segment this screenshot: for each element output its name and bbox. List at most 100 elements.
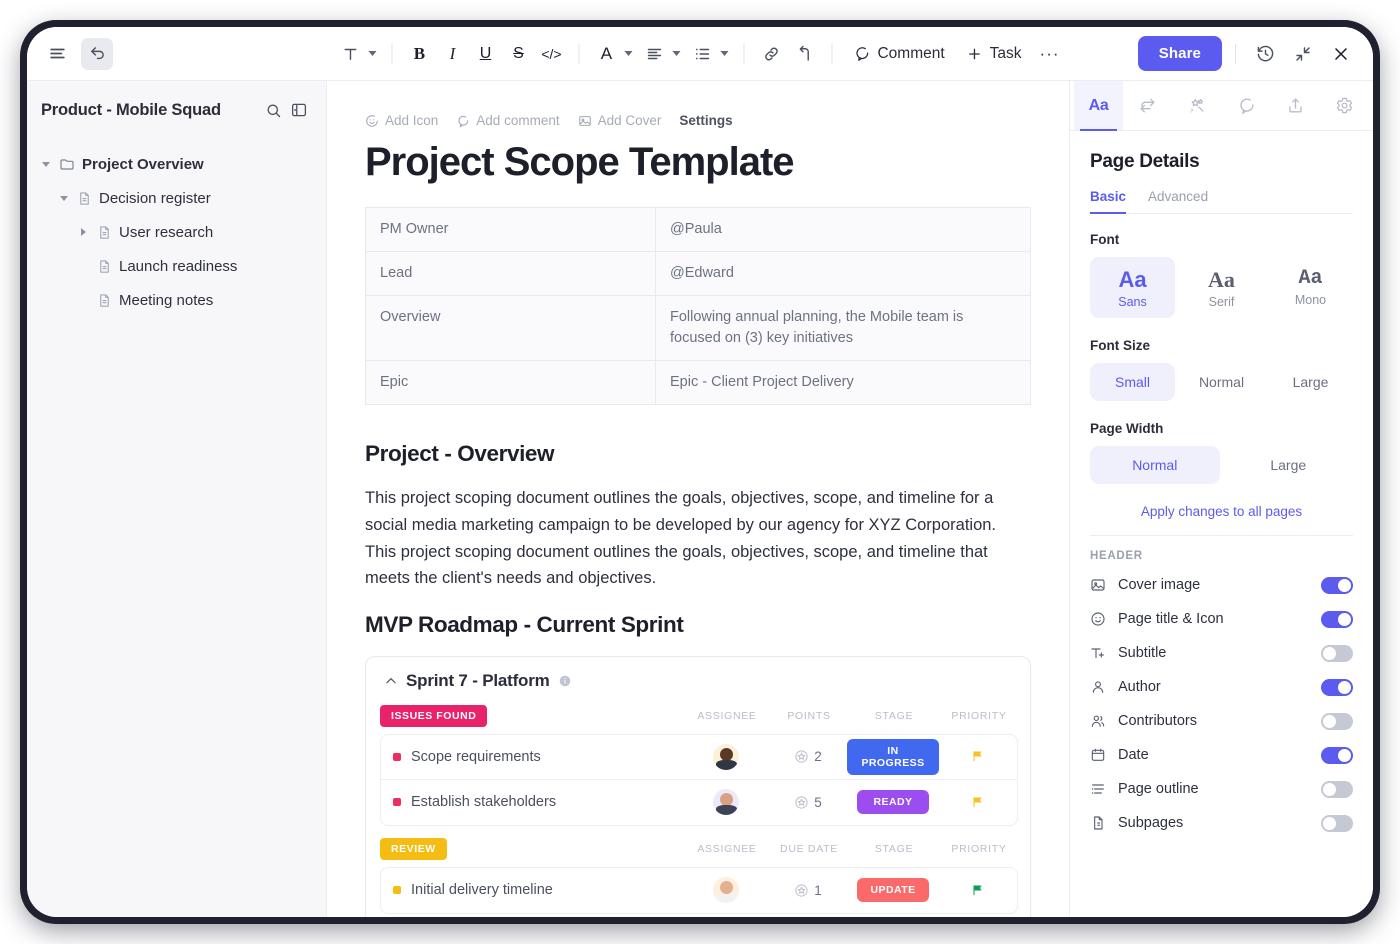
history-icon[interactable] (1249, 38, 1281, 70)
add-comment-button[interactable]: Add comment (456, 113, 559, 128)
settings-button[interactable]: Settings (679, 113, 732, 128)
underline-button[interactable]: U (469, 38, 501, 70)
table-row[interactable]: PM Owner @Paula (366, 208, 1031, 252)
add-cover-button[interactable]: Add Cover (578, 113, 662, 128)
toggle-row-page-title-icon[interactable]: Page title & Icon (1090, 602, 1353, 636)
page-width-large[interactable]: Large (1224, 446, 1354, 484)
table-row[interactable]: Scope requirements (381, 735, 1017, 780)
page-title[interactable]: Project Scope Template (365, 140, 1031, 185)
stage-cell[interactable]: READY (847, 790, 939, 814)
toggle-subtitle[interactable] (1321, 645, 1353, 662)
strikethrough-button[interactable]: S (502, 38, 534, 70)
toggle-row-cover-image[interactable]: Cover image (1090, 568, 1353, 602)
tab-comments[interactable] (1222, 81, 1271, 130)
toggle-author[interactable] (1321, 679, 1353, 696)
link-icon[interactable] (755, 38, 787, 70)
tab-settings[interactable] (1320, 81, 1369, 130)
overview-paragraph[interactable]: This project scoping document outlines t… (365, 485, 1031, 592)
text-style-icon[interactable] (334, 38, 366, 70)
sidebar-item-meeting-notes[interactable]: Meeting notes (27, 283, 326, 317)
reply-icon[interactable] (788, 38, 820, 70)
toggle-page-title-icon[interactable] (1321, 611, 1353, 628)
toggle-page-outline[interactable] (1321, 781, 1353, 798)
tab-share-export[interactable] (1271, 81, 1320, 130)
toggle-date[interactable] (1321, 747, 1353, 764)
toggle-row-page-outline[interactable]: Page outline (1090, 772, 1353, 806)
assignee-cell[interactable] (683, 877, 769, 903)
assignee-cell[interactable] (683, 789, 769, 815)
group-chip[interactable]: REVIEW (380, 838, 447, 860)
due-date-cell[interactable]: 1 (769, 883, 847, 898)
close-icon[interactable] (1325, 38, 1357, 70)
sidebar-item-launch-readiness[interactable]: Launch readiness (27, 249, 326, 283)
chevron-right-icon[interactable] (77, 226, 90, 239)
align-left-icon[interactable] (638, 38, 670, 70)
undo-icon[interactable] (81, 38, 113, 70)
table-row[interactable]: Establish stakeholders (381, 780, 1017, 825)
table-row[interactable]: Overview Following annual planning, the … (366, 296, 1031, 361)
toggle-cover-image[interactable] (1321, 577, 1353, 594)
toggle-row-subtitle[interactable]: Subtitle (1090, 636, 1353, 670)
status-badge[interactable]: UPDATE (857, 878, 929, 902)
font-option-sans[interactable]: Aa Sans (1090, 257, 1175, 318)
status-badge[interactable]: READY (857, 790, 929, 814)
hamburger-icon[interactable] (41, 38, 73, 70)
list-chevron-down-icon[interactable] (720, 51, 728, 56)
font-size-normal[interactable]: Normal (1179, 363, 1264, 401)
search-icon[interactable] (265, 102, 282, 119)
code-button[interactable]: </> (535, 38, 567, 70)
points-cell[interactable]: 2 (769, 749, 847, 764)
task-button[interactable]: Task (957, 40, 1032, 68)
priority-cell[interactable] (939, 883, 1017, 898)
points-cell[interactable]: 5 (769, 795, 847, 810)
table-row[interactable]: Initial delivery timeline (381, 868, 1017, 913)
outline-icon (1090, 781, 1107, 797)
stage-cell[interactable]: UPDATE (847, 878, 939, 902)
font-size-large[interactable]: Large (1268, 363, 1353, 401)
bullet-list-icon[interactable] (686, 38, 718, 70)
toggle-contributors[interactable] (1321, 713, 1353, 730)
italic-button[interactable]: I (436, 38, 468, 70)
font-option-serif[interactable]: Aa Serif (1179, 257, 1264, 318)
text-color-chevron-down-icon[interactable] (624, 51, 632, 56)
status-badge[interactable]: IN PROGRESS (847, 739, 939, 775)
info-icon[interactable] (558, 674, 572, 688)
chevron-down-icon[interactable] (57, 192, 70, 205)
toggle-row-subpages[interactable]: Subpages (1090, 806, 1353, 840)
sidebar-item-user-research[interactable]: User research (27, 215, 326, 249)
sidebar-toggle-icon[interactable] (290, 101, 308, 119)
sidebar-item-project-overview[interactable]: Project Overview (27, 147, 326, 181)
chevron-down-icon[interactable] (39, 158, 52, 171)
tab-font[interactable]: Aa (1074, 81, 1123, 130)
more-options-button[interactable]: ··· (1034, 38, 1066, 70)
toggle-subpages[interactable] (1321, 815, 1353, 832)
page-width-normal[interactable]: Normal (1090, 446, 1220, 484)
text-style-chevron-down-icon[interactable] (368, 51, 376, 56)
font-option-mono[interactable]: Aa Mono (1268, 257, 1353, 318)
group-chip[interactable]: ISSUES FOUND (380, 705, 487, 727)
apply-changes-link[interactable]: Apply changes to all pages (1090, 504, 1353, 519)
stage-cell[interactable]: IN PROGRESS (847, 739, 939, 775)
toggle-row-author[interactable]: Author (1090, 670, 1353, 704)
assignee-cell[interactable] (683, 744, 769, 770)
tab-relations[interactable] (1123, 81, 1172, 130)
comment-button[interactable]: Comment (843, 40, 954, 68)
add-icon-button[interactable]: Add Icon (365, 113, 438, 128)
text-color-button[interactable]: A (590, 38, 622, 70)
priority-cell[interactable] (939, 795, 1017, 810)
sidebar-item-decision-register[interactable]: Decision register (27, 181, 326, 215)
chevron-up-icon[interactable] (384, 674, 398, 688)
align-chevron-down-icon[interactable] (672, 51, 680, 56)
tab-ai[interactable] (1172, 81, 1221, 130)
share-button[interactable]: Share (1138, 36, 1222, 71)
priority-cell[interactable] (939, 749, 1017, 764)
toggle-row-date[interactable]: Date (1090, 738, 1353, 772)
table-row[interactable]: Lead @Edward (366, 252, 1031, 296)
toggle-row-contributors[interactable]: Contributors (1090, 704, 1353, 738)
subtab-basic[interactable]: Basic (1090, 189, 1126, 213)
font-size-small[interactable]: Small (1090, 363, 1175, 401)
subtab-advanced[interactable]: Advanced (1148, 189, 1208, 213)
collapse-icon[interactable] (1287, 38, 1319, 70)
bold-button[interactable]: B (403, 38, 435, 70)
table-row[interactable]: Epic Epic - Client Project Delivery (366, 361, 1031, 405)
